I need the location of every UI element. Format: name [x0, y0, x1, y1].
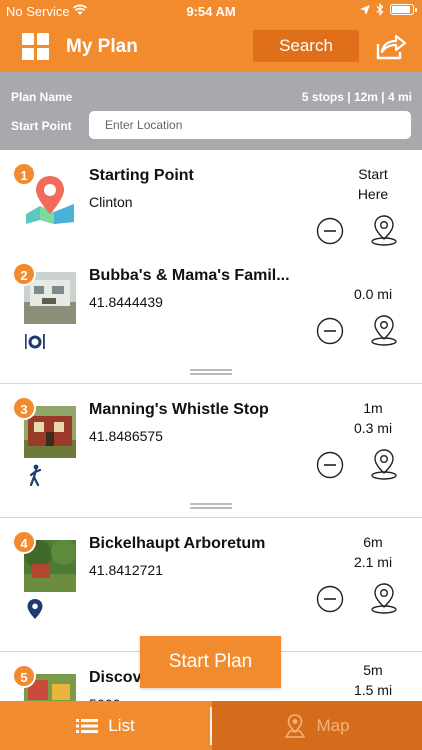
stop-number-badge: 3: [12, 396, 36, 420]
stop-distance: 5m 1.5 mi: [338, 660, 408, 700]
remove-stop-button[interactable]: [316, 585, 344, 613]
remove-stop-button[interactable]: [316, 217, 344, 245]
stop-distance: 1m 0.3 mi: [338, 398, 408, 438]
stop-distance-line2: 0.0 mi: [353, 286, 393, 302]
plan-name-label: Plan Name: [11, 90, 73, 104]
plan-info-bar: Plan Name 5 stops | 12m | 4 mi Start Poi…: [0, 72, 422, 150]
tab-map-label: Map: [316, 715, 350, 735]
battery-icon: [390, 4, 417, 15]
bluetooth-icon: [376, 3, 384, 16]
location-pin-button[interactable]: [369, 448, 399, 480]
map-pin-icon: [285, 713, 306, 738]
stop-distance: 0.0 mi: [338, 284, 408, 304]
stop-subtitle: 41.8486575: [89, 428, 163, 444]
stop-subtitle: 41.8412721: [89, 562, 163, 578]
stop-distance-line2: 0.3 mi: [353, 420, 393, 436]
grid-menu-icon[interactable]: [22, 33, 49, 60]
stop-distance: 6m 2.1 mi: [338, 532, 408, 572]
location-arrow-icon: [360, 4, 370, 15]
restaurant-icon: [25, 334, 45, 349]
page-title: My Plan: [66, 36, 138, 57]
app-header: My Plan Search: [0, 22, 422, 72]
drag-handle[interactable]: [190, 369, 232, 375]
location-pin-button[interactable]: [369, 314, 399, 346]
stop-distance: Start Here: [338, 164, 408, 204]
stop-row-4[interactable]: 4 Bickelhaupt Arboretum 41.8412721 6m 2.…: [0, 518, 422, 652]
list-icon: [76, 718, 99, 733]
stop-distance-line1: 1m: [363, 400, 383, 416]
tab-list-label: List: [108, 715, 135, 735]
stop-name: Manning's Whistle Stop: [89, 401, 269, 418]
stop-number-badge: 4: [12, 530, 36, 554]
location-pin-button[interactable]: [369, 214, 399, 246]
stop-name: Bickelhaupt Arboretum: [89, 535, 266, 552]
location-pin-icon: [27, 599, 43, 619]
stop-row-3[interactable]: 3 Manning's Whistle Stop 41.8486575 1m 0…: [0, 384, 422, 518]
status-bar: No Service 9:54 AM: [0, 0, 422, 22]
start-plan-button[interactable]: Start Plan: [140, 636, 281, 688]
start-point-label: Start Point: [11, 119, 72, 133]
stop-subtitle: Clinton: [89, 194, 133, 210]
share-icon[interactable]: [374, 32, 408, 62]
location-pin-button[interactable]: [369, 582, 399, 614]
start-location-input[interactable]: [89, 111, 411, 139]
stop-number-badge: 5: [12, 664, 36, 688]
tab-list[interactable]: List: [0, 701, 211, 750]
stop-subtitle: 41.8444439: [89, 294, 163, 310]
remove-stop-button[interactable]: [316, 317, 344, 345]
plan-summary: 5 stops | 12m | 4 mi: [301, 90, 412, 104]
stop-name: Bubba's & Mama's Famil...: [89, 267, 290, 284]
tab-map[interactable]: Map: [212, 701, 422, 750]
stop-number-badge: 2: [12, 262, 36, 286]
stop-distance-line1: 5m: [363, 662, 383, 678]
bottom-tab-bar: List Map: [0, 701, 422, 750]
stop-number-badge: 1: [12, 162, 36, 186]
search-button[interactable]: Search: [253, 30, 359, 62]
stop-distance-line1: Start: [358, 166, 388, 182]
remove-stop-button[interactable]: [316, 451, 344, 479]
stop-name: Starting Point: [89, 167, 194, 184]
stop-distance-line2: 1.5 mi: [353, 682, 393, 698]
stop-distance-line2: 2.1 mi: [353, 554, 393, 570]
stop-distance-line2: Here: [357, 186, 389, 202]
activity-icon: [29, 464, 42, 486]
clock-time: 9:54 AM: [186, 4, 236, 19]
drag-handle[interactable]: [190, 503, 232, 509]
status-right-icons: [360, 3, 417, 16]
stop-row-2[interactable]: 2 Bubba's & Mama's Famil... 41.8444439 0…: [0, 250, 422, 384]
stop-distance-line1: 6m: [363, 534, 383, 550]
